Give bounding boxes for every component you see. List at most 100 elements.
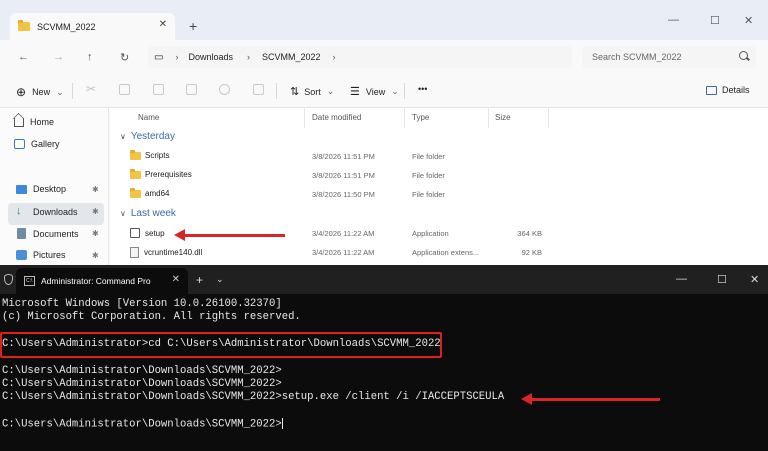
file-date: 3/8/2026 11:51 PM (312, 171, 375, 180)
sidebar-item-gallery[interactable]: Gallery (14, 139, 60, 149)
folder-icon (18, 20, 30, 31)
view-button[interactable]: ☰ View ⌄ (350, 85, 399, 98)
view-label: View (365, 86, 386, 97)
file-date: 3/4/2026 11:22 AM (312, 229, 375, 238)
chevron-right-icon: › (175, 52, 179, 62)
chevron-down-icon[interactable]: ⌄ (216, 274, 224, 285)
pin-icon[interactable]: ✱ (92, 251, 99, 260)
application-icon (130, 228, 140, 238)
cut-icon[interactable]: ✂ (86, 82, 97, 96)
sidebar-item-home[interactable]: Home (14, 117, 54, 127)
column-divider[interactable] (404, 108, 405, 128)
maximize-button[interactable]: ☐ (717, 273, 727, 286)
close-window-button[interactable]: ✕ (750, 273, 759, 286)
close-tab-icon[interactable]: ✕ (172, 274, 180, 285)
sort-label: Sort (304, 86, 321, 97)
text-cursor (281, 418, 283, 429)
back-arrow-icon[interactable]: ← (18, 51, 29, 63)
file-type: Application (412, 229, 449, 238)
paste-icon[interactable] (153, 84, 164, 95)
address-bar-row: ← → ↑ ↻ ▭ › Downloads › SCVMM_2022 › Sea… (0, 40, 768, 74)
console-line: C:\Users\Administrator\Downloads\SCVMM_2… (2, 378, 282, 390)
refresh-icon[interactable]: ↻ (120, 51, 129, 64)
details-pane-icon (706, 85, 717, 95)
dll-file-icon (130, 247, 139, 258)
chevron-down-icon: ⌄ (56, 86, 64, 97)
sidebar-item-documents[interactable]: Documents (17, 228, 79, 239)
maximize-button[interactable]: ☐ (710, 14, 720, 27)
copy-icon[interactable] (119, 84, 130, 95)
console-prompt-line: C:\Users\Administrator\Downloads\SCVMM_2… (2, 418, 283, 431)
pin-icon[interactable]: ✱ (92, 185, 99, 194)
column-header-date[interactable]: Date modified (312, 113, 361, 122)
sidebar-item-desktop[interactable]: Desktop (16, 184, 66, 194)
column-header-name[interactable]: Name (138, 113, 159, 122)
table-row[interactable]: vcruntime140.dll 3/4/2026 11:22 AM Appli… (110, 243, 768, 262)
terminal-tab[interactable]: C:\ Administrator: Command Pro ✕ (16, 268, 188, 294)
pin-icon[interactable]: ✱ (92, 207, 99, 216)
address-bar[interactable]: ▭ › Downloads › SCVMM_2022 › (148, 46, 572, 68)
file-size: 92 KB (521, 248, 542, 257)
minimize-button[interactable]: — (676, 273, 687, 285)
share-icon[interactable] (219, 84, 230, 95)
chevron-down-icon: ⌄ (326, 86, 335, 96)
file-date: 3/8/2026 11:50 PM (312, 190, 375, 199)
pane-divider[interactable] (108, 108, 109, 265)
up-arrow-icon[interactable]: ↑ (87, 51, 93, 63)
column-divider[interactable] (304, 108, 305, 128)
new-tab-button[interactable]: + (196, 273, 203, 287)
column-divider[interactable] (548, 108, 549, 128)
table-row[interactable]: amd64 3/8/2026 11:50 PM File folder (110, 185, 768, 204)
red-arrow-command (521, 393, 660, 405)
close-tab-icon[interactable]: ✕ (159, 19, 167, 30)
sort-button[interactable]: ⇅ Sort ⌄ (290, 85, 334, 98)
sidebar-item-label: Pictures (33, 250, 66, 260)
pin-icon[interactable]: ✱ (92, 229, 99, 238)
column-divider[interactable] (488, 108, 489, 128)
delete-icon[interactable] (253, 84, 264, 95)
rename-icon[interactable] (186, 84, 197, 95)
sidebar-item-pictures[interactable]: Pictures (16, 250, 66, 260)
column-header-type[interactable]: Type (412, 113, 429, 122)
chevron-right-icon: › (332, 52, 336, 62)
console-line: C:\Users\Administrator\Downloads\SCVMM_2… (2, 365, 282, 377)
file-explorer-window: SCVMM_2022 ✕ + — ☐ ✕ ← → ↑ ↻ ▭ › Downloa… (0, 0, 768, 265)
file-date: 3/4/2026 11:22 AM (312, 248, 375, 257)
file-name: setup (130, 228, 165, 238)
file-name: amd64 (130, 187, 169, 198)
file-type: Application extens... (412, 248, 480, 257)
sort-icon: ⇅ (290, 86, 300, 98)
folder-icon (130, 168, 141, 179)
divider (404, 83, 405, 99)
details-button[interactable]: Details (706, 85, 750, 95)
minimize-button[interactable]: — (668, 14, 679, 26)
command-bar: ⊕ New ⌄ ✂ ⇅ Sort ⌄ ☰ View ⌄ ••• Details (0, 74, 768, 108)
new-button[interactable]: ⊕ New ⌄ (16, 85, 64, 99)
column-header-size[interactable]: Size (495, 113, 511, 122)
breadcrumb-scvmm[interactable]: SCVMM_2022 (262, 52, 321, 62)
table-row[interactable]: Prerequisites 3/8/2026 11:51 PM File fol… (110, 166, 768, 185)
red-arrow-setup (174, 229, 285, 241)
new-tab-button[interactable]: + (189, 19, 197, 33)
home-icon (14, 117, 24, 127)
search-input[interactable]: Search SCVMM_2022 (582, 46, 756, 68)
close-window-button[interactable]: ✕ (744, 14, 753, 27)
console-line: (c) Microsoft Corporation. All rights re… (2, 311, 301, 323)
chevron-right-icon: › (246, 52, 250, 62)
table-row[interactable]: Scripts 3/8/2026 11:51 PM File folder (110, 147, 768, 166)
command-prompt-icon: C:\ (24, 276, 35, 286)
desktop-icon (16, 184, 27, 194)
breadcrumb-downloads[interactable]: Downloads (188, 52, 233, 62)
download-icon: ↓ (16, 205, 22, 217)
sidebar-item-downloads[interactable]: ↓ Downloads (16, 206, 78, 217)
group-header-yesterday[interactable]: Yesterday (120, 131, 175, 142)
file-date: 3/8/2026 11:51 PM (312, 152, 375, 161)
group-header-last-week[interactable]: Last week (120, 208, 176, 219)
explorer-tab[interactable]: SCVMM_2022 ✕ (10, 13, 175, 40)
forward-arrow-icon[interactable]: → (53, 51, 64, 63)
file-size: 364 KB (517, 229, 542, 238)
terminal-tab-title: Administrator: Command Pro (41, 276, 151, 286)
sidebar-item-label: Documents (33, 228, 79, 239)
more-options-icon[interactable]: ••• (418, 84, 427, 94)
sidebar-item-label: Gallery (31, 139, 60, 149)
